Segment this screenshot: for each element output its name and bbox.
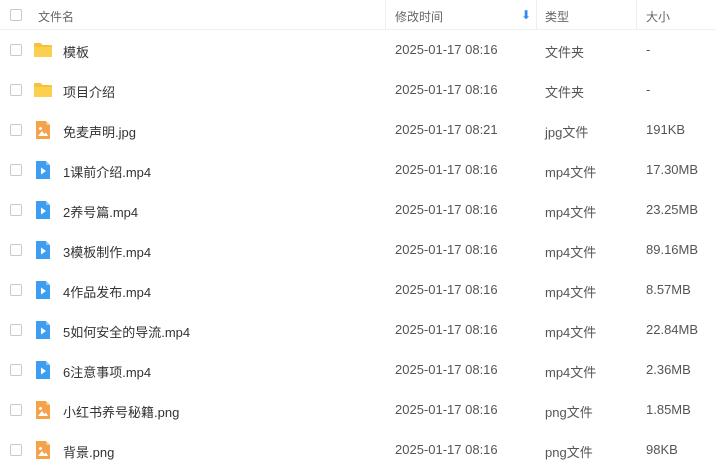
file-size: 98KB	[646, 442, 678, 457]
file-modified: 2025-01-17 08:16	[395, 82, 498, 97]
file-modified: 2025-01-17 08:16	[395, 442, 498, 457]
file-modified: 2025-01-17 08:21	[395, 122, 498, 137]
row-checkbox[interactable]	[10, 124, 22, 136]
file-type: mp4文件	[545, 285, 597, 300]
file-size: 1.85MB	[646, 402, 691, 417]
file-modified: 2025-01-17 08:16	[395, 242, 498, 257]
file-type: mp4文件	[545, 205, 597, 220]
file-row[interactable]: 6注意事项.mp4 2025-01-17 08:16 mp4文件 2.36MB	[0, 350, 716, 390]
file-size: 191KB	[646, 122, 686, 137]
column-header-type[interactable]: 类型	[545, 8, 569, 25]
row-checkbox[interactable]	[10, 444, 22, 456]
column-divider[interactable]	[385, 0, 386, 30]
file-rows: 模板 2025-01-17 08:16 文件夹 - 项目介绍 2025-01-17 08:…	[0, 30, 716, 470]
file-name[interactable]: 项目介绍	[63, 82, 115, 101]
video-file-icon	[33, 280, 53, 300]
file-size: 2.36MB	[646, 362, 691, 377]
file-size: -	[646, 82, 651, 97]
file-type: 文件夹	[545, 45, 585, 60]
file-name[interactable]: 6注意事项.mp4	[63, 362, 151, 381]
file-modified: 2025-01-17 08:16	[395, 282, 498, 297]
file-row[interactable]: 小红书养号秘籍.png 2025-01-17 08:16 png文件 1.85MB	[0, 390, 716, 430]
list-header: 文件名 修改时间 ⬇ 类型 大小	[0, 0, 716, 30]
video-file-icon	[33, 240, 53, 260]
file-name[interactable]: 背景.png	[63, 442, 114, 461]
file-type: mp4文件	[545, 325, 597, 340]
file-type: mp4文件	[545, 165, 597, 180]
file-name[interactable]: 模板	[63, 42, 89, 61]
file-modified: 2025-01-17 08:16	[395, 42, 498, 57]
column-divider[interactable]	[636, 0, 637, 30]
file-name[interactable]: 2养号篇.mp4	[63, 202, 138, 221]
file-type: jpg文件	[545, 125, 589, 140]
row-checkbox[interactable]	[10, 84, 22, 96]
file-row[interactable]: 免麦声明.jpg 2025-01-17 08:21 jpg文件 191KB	[0, 110, 716, 150]
row-checkbox[interactable]	[10, 324, 22, 336]
column-header-name[interactable]: 文件名	[38, 8, 74, 25]
file-row[interactable]: 3模板制作.mp4 2025-01-17 08:16 mp4文件 89.16MB	[0, 230, 716, 270]
select-all-checkbox[interactable]	[10, 9, 22, 21]
file-row[interactable]: 背景.png 2025-01-17 08:16 png文件 98KB	[0, 430, 716, 470]
file-type: mp4文件	[545, 245, 597, 260]
file-modified: 2025-01-17 08:16	[395, 162, 498, 177]
file-name[interactable]: 免麦声明.jpg	[63, 122, 136, 141]
file-row[interactable]: 模板 2025-01-17 08:16 文件夹 -	[0, 30, 716, 70]
column-header-size[interactable]: 大小	[646, 8, 670, 25]
file-size: -	[646, 42, 651, 57]
file-name[interactable]: 5如何安全的导流.mp4	[63, 322, 190, 341]
file-row[interactable]: 2养号篇.mp4 2025-01-17 08:16 mp4文件 23.25MB	[0, 190, 716, 230]
row-checkbox[interactable]	[10, 204, 22, 216]
file-modified: 2025-01-17 08:16	[395, 362, 498, 377]
column-header-modified[interactable]: 修改时间	[395, 8, 443, 25]
file-name[interactable]: 3模板制作.mp4	[63, 242, 151, 261]
row-checkbox[interactable]	[10, 44, 22, 56]
row-checkbox[interactable]	[10, 364, 22, 376]
video-file-icon	[33, 200, 53, 220]
file-row[interactable]: 1课前介绍.mp4 2025-01-17 08:16 mp4文件 17.30MB	[0, 150, 716, 190]
row-checkbox[interactable]	[10, 164, 22, 176]
file-size: 17.30MB	[646, 162, 699, 177]
file-name[interactable]: 4作品发布.mp4	[63, 282, 151, 301]
image-file-icon	[33, 440, 53, 460]
row-checkbox[interactable]	[10, 244, 22, 256]
file-row[interactable]: 4作品发布.mp4 2025-01-17 08:16 mp4文件 8.57MB	[0, 270, 716, 310]
file-type: png文件	[545, 405, 593, 420]
file-size: 23.25MB	[646, 202, 699, 217]
image-file-icon	[33, 400, 53, 420]
file-name[interactable]: 1课前介绍.mp4	[63, 162, 151, 181]
column-divider[interactable]	[536, 0, 537, 30]
file-modified: 2025-01-17 08:16	[395, 402, 498, 417]
file-size: 8.57MB	[646, 282, 691, 297]
file-row[interactable]: 项目介绍 2025-01-17 08:16 文件夹 -	[0, 70, 716, 110]
file-modified: 2025-01-17 08:16	[395, 202, 498, 217]
folder-icon	[33, 80, 53, 100]
video-file-icon	[33, 360, 53, 380]
file-size: 22.84MB	[646, 322, 699, 337]
file-name[interactable]: 小红书养号秘籍.png	[63, 402, 179, 421]
file-row[interactable]: 5如何安全的导流.mp4 2025-01-17 08:16 mp4文件 22.84MB	[0, 310, 716, 350]
folder-icon	[33, 40, 53, 60]
row-checkbox[interactable]	[10, 284, 22, 296]
video-file-icon	[33, 160, 53, 180]
file-modified: 2025-01-17 08:16	[395, 322, 498, 337]
file-list: 文件名 修改时间 ⬇ 类型 大小 模板 2025-01-17 08:16 文件夹 - 项…	[0, 0, 716, 470]
file-size: 89.16MB	[646, 242, 699, 257]
arrow-down-icon[interactable]: ⬇	[521, 8, 531, 22]
file-type: png文件	[545, 445, 593, 460]
file-type: 文件夹	[545, 85, 585, 100]
video-file-icon	[33, 320, 53, 340]
image-file-icon	[33, 120, 53, 140]
file-type: mp4文件	[545, 365, 597, 380]
row-checkbox[interactable]	[10, 404, 22, 416]
